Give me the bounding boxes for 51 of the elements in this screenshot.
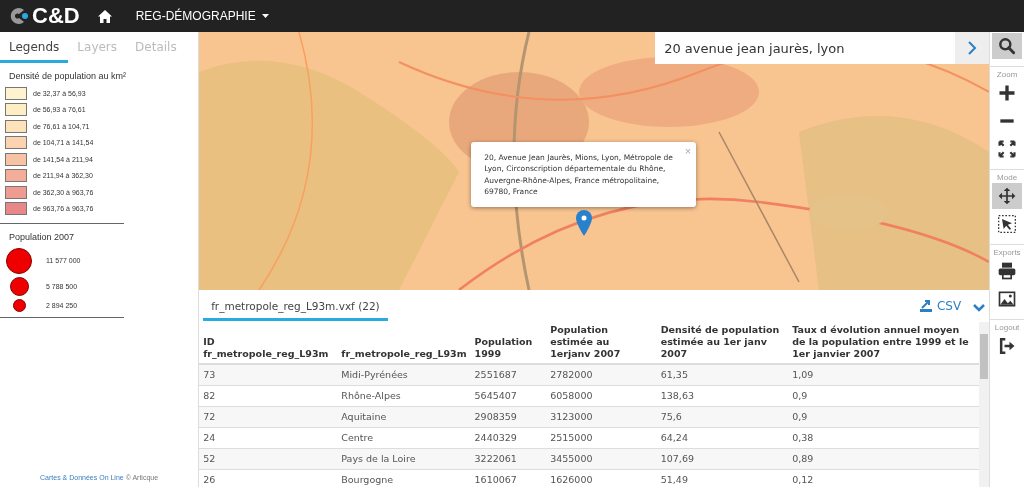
table-tab[interactable]: fr_metropole_reg_L93m.vxf (22): [203, 291, 388, 321]
table-cell: Aquitaine: [337, 406, 471, 428]
column-header: ID fr_metropole_reg_L93m: [199, 322, 338, 364]
column-header: fr_metropole_reg_L93m: [337, 322, 471, 364]
export-icon: [918, 299, 933, 313]
table-cell: 75,6: [656, 406, 789, 428]
dataset-menu[interactable]: REG-DÉMOGRAPHIE: [135, 9, 269, 23]
table-cell: 3222061: [470, 448, 547, 470]
csv-export-button[interactable]: CSV: [918, 299, 962, 313]
move-arrows-icon[interactable]: [992, 183, 1023, 209]
table-cell: 1626000: [546, 469, 657, 487]
close-button[interactable]: ×: [684, 145, 692, 157]
table-cell: 3455000: [546, 448, 657, 470]
table-cell: 1610067: [470, 469, 547, 487]
section-label: Exports: [990, 244, 1024, 257]
scrollbar[interactable]: [979, 322, 990, 487]
search-icon[interactable]: [992, 33, 1023, 59]
section-label: Logout: [990, 319, 1024, 332]
column-header: Population estimée au 1erjanv 2007: [546, 322, 657, 364]
table-cell: Pays de la Loire: [337, 448, 471, 470]
logo: C&D: [8, 3, 80, 29]
table-cell: 52: [199, 448, 338, 470]
legend-title: Densité de population au km²: [9, 71, 128, 81]
section-label: Mode: [990, 169, 1024, 182]
table-cell: 1,09: [788, 363, 980, 386]
home-icon[interactable]: [97, 9, 112, 23]
column-header: Densité de population estimée au 1er janv 2007: [656, 322, 789, 364]
sidebar-tab[interactable]: Legends: [0, 32, 69, 63]
table-cell: 51,49: [656, 469, 789, 487]
table-cell: 0,12: [788, 469, 980, 487]
table-cell: Bourgogne: [337, 469, 471, 487]
table-cell: 26: [199, 469, 338, 487]
table-cell: 72: [199, 406, 338, 428]
column-header: Population 1999: [470, 322, 547, 364]
table-cell: 0,89: [788, 448, 980, 470]
table-cell: Midi-Pyrénées: [337, 363, 471, 386]
section-label: Zoom: [990, 66, 1024, 79]
address-search-field[interactable]: 20 avenue jean jaurès, lyon: [655, 32, 956, 64]
map-pin-icon: [576, 210, 593, 236]
chevron-right-icon: [967, 41, 978, 55]
table-cell: 0,9: [788, 406, 980, 428]
proportional-circle: [6, 247, 32, 274]
proportional-circle: [9, 276, 29, 296]
caret-icon: [261, 14, 269, 18]
table-cell: 3123000: [546, 406, 657, 428]
table-cell: 2782000: [546, 363, 657, 386]
table-cell: 2908359: [470, 406, 547, 428]
proportional-circle: [12, 298, 26, 312]
table-cell: 73: [199, 363, 338, 386]
legend-title: Population 2007: [9, 232, 76, 242]
table-cell: 107,69: [656, 448, 789, 470]
